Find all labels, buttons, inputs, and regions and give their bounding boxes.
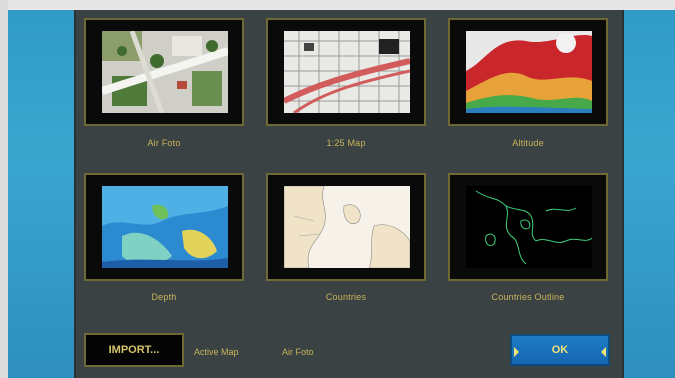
top-strip xyxy=(0,0,675,10)
depth-map-thumbnail xyxy=(102,186,228,268)
map-label-air-foto: Air Foto xyxy=(147,138,181,148)
map-label-depth: Depth xyxy=(151,292,177,302)
active-map-label: Active Map xyxy=(194,347,239,357)
map-tile-altitude[interactable] xyxy=(448,18,608,126)
import-button[interactable]: IMPORT... xyxy=(84,333,184,367)
arrow-left-icon xyxy=(514,347,519,357)
countries-map-thumbnail xyxy=(284,186,410,268)
arrow-right-icon xyxy=(601,347,606,357)
map-tile-depth[interactable] xyxy=(84,173,244,281)
map-tile-1-25-map[interactable] xyxy=(266,18,426,126)
map-label-countries-outline: Countries Outline xyxy=(491,292,565,302)
topographic-map-thumbnail xyxy=(284,31,410,113)
map-label-1-25-map: 1:25 Map xyxy=(326,138,366,148)
map-label-altitude: Altitude xyxy=(512,138,544,148)
map-tile-countries[interactable] xyxy=(266,173,426,281)
map-tile-air-foto[interactable] xyxy=(84,18,244,126)
countries-outline-thumbnail xyxy=(466,186,592,268)
altitude-map-thumbnail xyxy=(466,31,592,113)
ok-button-label: OK xyxy=(551,344,569,356)
ok-button[interactable]: OK xyxy=(510,334,610,366)
map-tile-countries-outline[interactable] xyxy=(448,173,608,281)
air-foto-thumbnail xyxy=(102,31,228,113)
active-map-value: Air Foto xyxy=(282,347,314,357)
left-strip xyxy=(0,0,8,378)
map-label-countries: Countries xyxy=(325,292,367,302)
